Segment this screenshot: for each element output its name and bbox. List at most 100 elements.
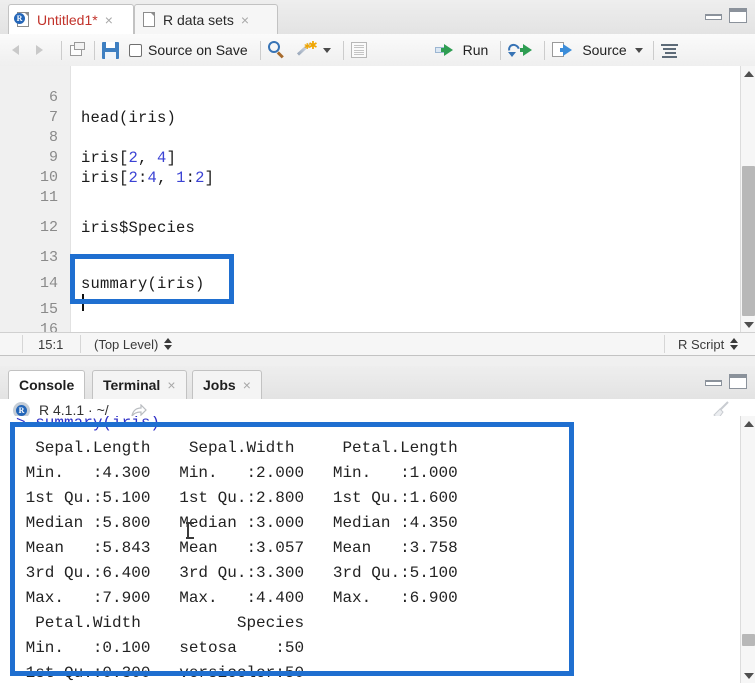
code-token: 2 bbox=[195, 169, 205, 187]
code-line: summary(iris) bbox=[81, 274, 205, 294]
line-number: 15 bbox=[2, 300, 58, 320]
line-number: 10 bbox=[2, 168, 58, 188]
code-line: iris$Species bbox=[81, 218, 195, 238]
close-icon[interactable]: × bbox=[105, 13, 113, 27]
scroll-up-icon[interactable] bbox=[741, 416, 755, 431]
console-output-line: 3rd Qu.:6.400 3rd Qu.:3.300 3rd Qu.:5.10… bbox=[16, 561, 458, 586]
source-button-label[interactable]: Source bbox=[582, 42, 626, 58]
divider bbox=[343, 41, 344, 60]
console-output-line: Min. :0.100 setosa :50 bbox=[16, 636, 304, 661]
console-output-line: Min. :4.300 Min. :2.000 Min. :1.000 bbox=[16, 461, 458, 486]
divider bbox=[94, 41, 95, 60]
tab-r-data-sets-label: R data sets bbox=[163, 12, 234, 28]
code-editor[interactable]: 6 7 8 9 10 11 12 13 14 15 16 head(iris) … bbox=[0, 66, 755, 333]
divider bbox=[544, 41, 545, 60]
source-icon[interactable] bbox=[552, 42, 576, 58]
line-number: 12 bbox=[2, 218, 58, 238]
maximize-icon[interactable] bbox=[729, 374, 747, 389]
console-output-line: Median :5.800 Median :3.000 Median :4.35… bbox=[16, 511, 458, 536]
search-icon[interactable] bbox=[268, 41, 286, 59]
run-icon[interactable] bbox=[435, 43, 457, 57]
source-toolbar: Source on Save ✱ ✱ bbox=[0, 34, 755, 67]
minimize-icon[interactable] bbox=[705, 8, 722, 21]
tab-jobs-label: Jobs bbox=[203, 377, 236, 393]
code-token: , bbox=[157, 169, 176, 187]
console-scrollbar[interactable] bbox=[740, 416, 755, 683]
rerun-icon[interactable] bbox=[508, 43, 538, 58]
scroll-down-icon[interactable] bbox=[741, 317, 755, 332]
console-output[interactable]: > summary(iris) Sepal.Length Sepal.Width… bbox=[0, 416, 740, 683]
code-text-area[interactable]: head(iris) iris[2, 4] iris[2:4, 1:2] iri… bbox=[70, 66, 740, 332]
console-output-line: 1st Qu.:5.100 1st Qu.:2.800 1st Qu.:1.60… bbox=[16, 486, 458, 511]
close-icon[interactable]: × bbox=[167, 378, 175, 392]
tab-jobs[interactable]: Jobs × bbox=[192, 370, 262, 399]
line-number: 7 bbox=[2, 108, 58, 128]
source-on-save-label: Source on Save bbox=[148, 42, 248, 58]
editor-scrollbar[interactable] bbox=[740, 66, 755, 332]
scroll-down-icon[interactable] bbox=[741, 668, 755, 683]
close-icon[interactable]: × bbox=[241, 13, 249, 27]
popout-icon[interactable] bbox=[69, 42, 87, 58]
scrollbar-thumb[interactable] bbox=[742, 166, 755, 316]
code-token: iris[ bbox=[81, 149, 129, 167]
scope-selector[interactable]: (Top Level) bbox=[86, 333, 180, 355]
scroll-up-icon[interactable] bbox=[741, 66, 755, 81]
line-number: 9 bbox=[2, 148, 58, 168]
code-token: 4 bbox=[148, 169, 158, 187]
tab-console-label: Console bbox=[19, 377, 74, 393]
chevron-down-icon[interactable] bbox=[635, 48, 643, 53]
console-output-line: Petal.Width Species bbox=[16, 611, 304, 636]
tab-terminal[interactable]: Terminal × bbox=[92, 370, 187, 399]
close-icon[interactable]: × bbox=[243, 378, 251, 392]
line-number-gutter: 6 7 8 9 10 11 12 13 14 15 16 bbox=[0, 66, 71, 332]
tab-untitled1-label: Untitled1* bbox=[37, 12, 98, 28]
tab-terminal-label: Terminal bbox=[103, 377, 160, 393]
compile-report-icon[interactable] bbox=[351, 42, 367, 58]
code-token: iris[ bbox=[81, 169, 129, 187]
divider bbox=[260, 41, 261, 60]
file-type-selector[interactable]: R Script bbox=[670, 333, 746, 355]
updown-icon[interactable] bbox=[730, 338, 738, 350]
tab-untitled1[interactable]: R Untitled1* × bbox=[8, 4, 134, 34]
divider bbox=[500, 41, 501, 60]
minimize-icon[interactable] bbox=[705, 374, 722, 387]
line-number: 14 bbox=[2, 274, 58, 294]
divider bbox=[653, 41, 654, 60]
document-outline-icon[interactable] bbox=[661, 43, 678, 58]
maximize-icon[interactable] bbox=[729, 8, 747, 23]
divider bbox=[61, 41, 62, 60]
code-token: 2 bbox=[129, 169, 139, 187]
tab-console[interactable]: Console bbox=[8, 370, 85, 399]
console-tab-bar: Console Terminal × Jobs × bbox=[0, 366, 755, 400]
tab-r-data-sets[interactable]: R data sets × bbox=[134, 4, 278, 34]
forward-button[interactable] bbox=[33, 42, 52, 58]
document-icon bbox=[142, 11, 157, 29]
code-token: ] bbox=[167, 149, 177, 167]
source-on-save-checkbox[interactable] bbox=[129, 44, 142, 57]
code-token: : bbox=[138, 169, 148, 187]
console-window-buttons bbox=[705, 374, 747, 389]
back-button[interactable] bbox=[10, 42, 29, 58]
source-pane: R Untitled1* × R data sets × bbox=[0, 0, 755, 366]
rstudio-window: R Untitled1* × R data sets × bbox=[0, 0, 755, 683]
code-token: 1 bbox=[176, 169, 186, 187]
line-number: 13 bbox=[2, 248, 58, 268]
cursor-position: 15:1 bbox=[30, 333, 71, 355]
code-token: ] bbox=[205, 169, 215, 187]
console-output-line: Mean :5.843 Mean :3.057 Mean :3.758 bbox=[16, 536, 458, 561]
console-output-line: 1st Qu.:0.300 versicolor:50 bbox=[16, 661, 304, 683]
source-window-buttons bbox=[705, 8, 747, 23]
code-token: , bbox=[138, 149, 157, 167]
chevron-down-icon[interactable] bbox=[323, 48, 331, 53]
code-line: iris[2:4, 1:2] bbox=[81, 168, 214, 188]
scrollbar-thumb[interactable] bbox=[742, 634, 755, 646]
source-tab-bar: R Untitled1* × R data sets × bbox=[0, 0, 755, 35]
magic-wand-icon[interactable]: ✱ ✱ bbox=[298, 41, 318, 59]
updown-icon[interactable] bbox=[164, 338, 172, 350]
line-number: 11 bbox=[2, 188, 58, 208]
mouse-text-cursor bbox=[187, 522, 192, 539]
code-line: iris[2, 4] bbox=[81, 148, 176, 168]
save-icon[interactable] bbox=[102, 42, 119, 59]
code-token: : bbox=[186, 169, 196, 187]
run-button-label[interactable]: Run bbox=[463, 42, 489, 58]
